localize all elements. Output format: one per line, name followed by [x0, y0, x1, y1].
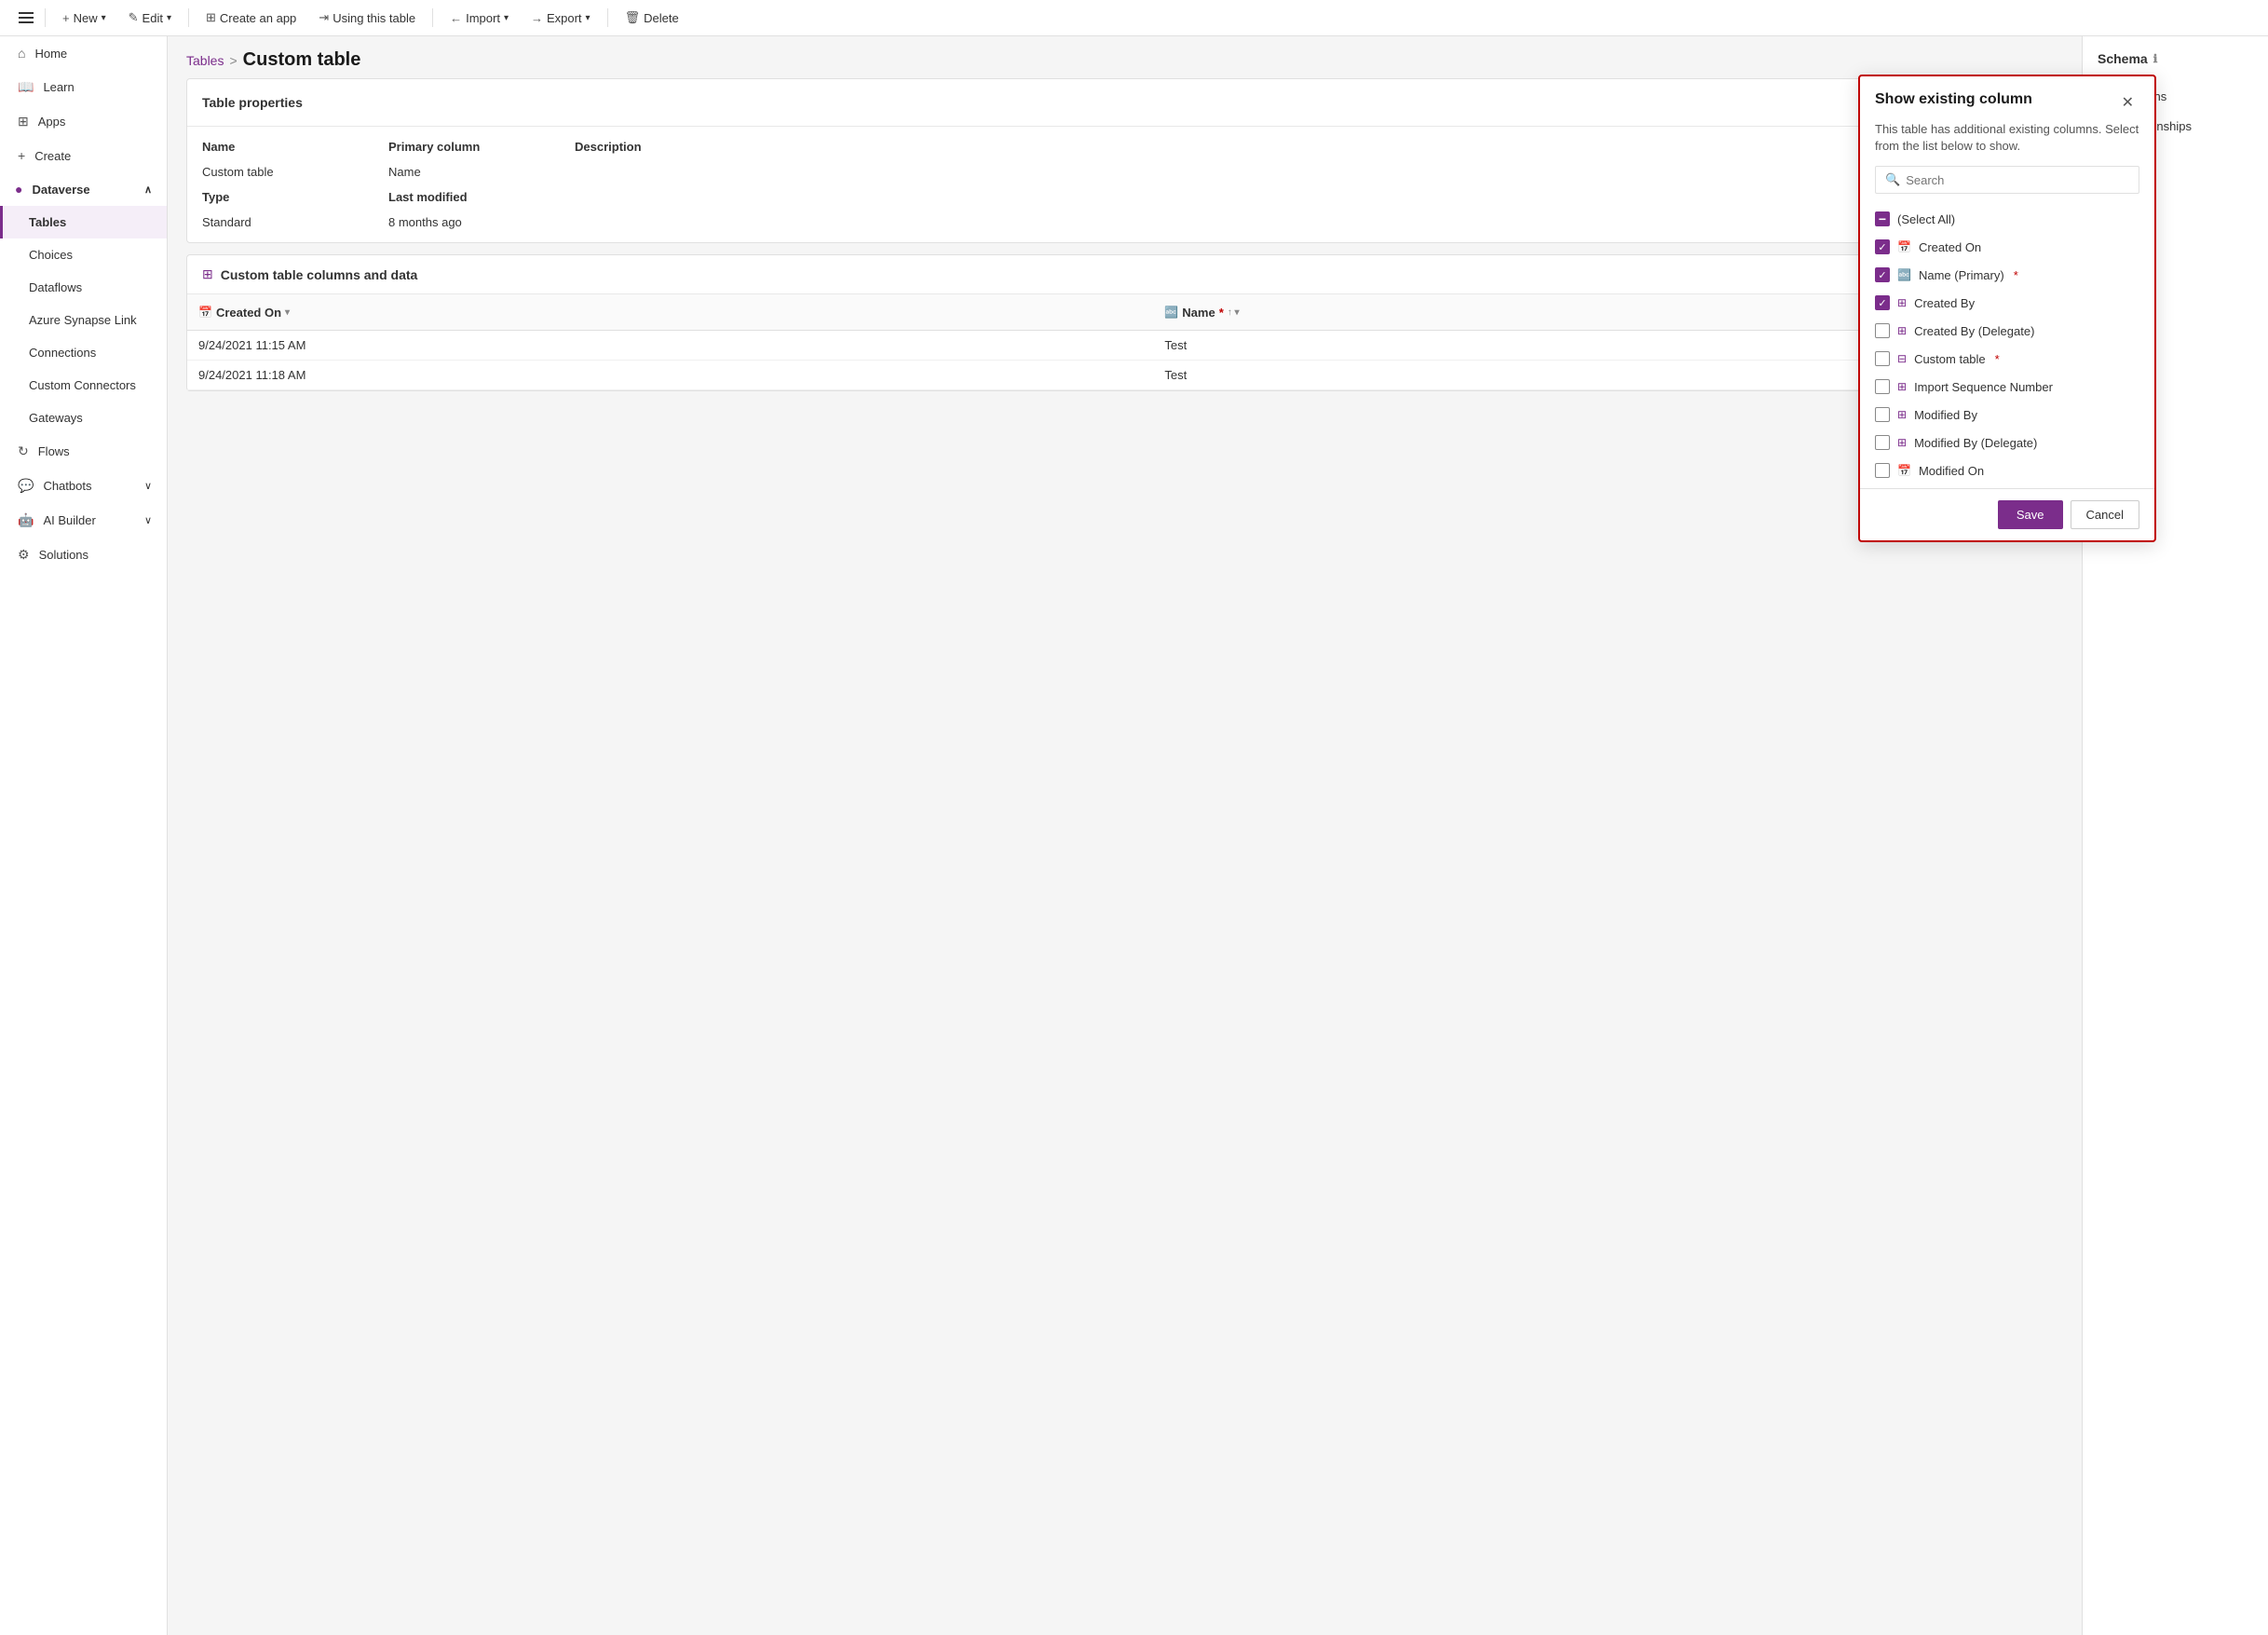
import-seq-checkbox[interactable]: [1875, 379, 1890, 394]
col-lookup-icon1: ⊞: [1897, 296, 1907, 309]
col-date-icon: 📅: [1897, 240, 1911, 253]
col-lookup-icon2: ⊞: [1897, 324, 1907, 337]
col-lookup-icon4: ⊞: [1897, 436, 1907, 449]
list-item[interactable]: ✓ ⊞ Created By: [1860, 289, 2154, 317]
name-required-star: *: [2014, 268, 2018, 282]
custom-table-checkbox[interactable]: [1875, 351, 1890, 366]
custom-table-required-star: *: [1995, 352, 2000, 366]
dialog-search-container: 🔍: [1875, 166, 2139, 194]
col-table-icon: ⊟: [1897, 352, 1907, 365]
col-text-icon: 🔤: [1897, 268, 1911, 281]
list-item[interactable]: ⊞ Modified By (Delegate): [1860, 429, 2154, 456]
list-item[interactable]: − (Select All): [1860, 205, 2154, 233]
modified-by-checkbox[interactable]: [1875, 407, 1890, 422]
col-lookup-icon3: ⊞: [1897, 408, 1907, 421]
dialog-header: Show existing column ✕: [1860, 76, 2154, 121]
dialog-save-button[interactable]: Save: [1998, 500, 2063, 529]
list-item[interactable]: ✓ 🔤 Name (Primary) *: [1860, 261, 2154, 289]
list-item[interactable]: 📅 Modified On: [1860, 456, 2154, 484]
dialog-footer: Save Cancel: [1860, 488, 2154, 540]
list-item[interactable]: ⊞ Modified By: [1860, 401, 2154, 429]
name-primary-checkbox[interactable]: ✓: [1875, 267, 1890, 282]
list-item[interactable]: ⊞ Created By (Delegate): [1860, 317, 2154, 345]
list-item[interactable]: ✓ 📅 Created On: [1860, 233, 2154, 261]
col-num-icon: ⊞: [1897, 380, 1907, 393]
show-existing-column-dialog: Show existing column ✕ This table has ad…: [1858, 75, 2156, 542]
modified-by-delegate-checkbox[interactable]: [1875, 435, 1890, 450]
modal-overlay: Show existing column ✕ This table has ad…: [0, 0, 2268, 1635]
search-icon: 🔍: [1885, 172, 1900, 187]
created-by-checkbox[interactable]: ✓: [1875, 295, 1890, 310]
list-item[interactable]: ⊟ Custom table *: [1860, 345, 2154, 373]
dialog-search-input[interactable]: [1906, 173, 2129, 187]
dialog-close-button[interactable]: ✕: [2116, 91, 2139, 114]
created-on-checkbox[interactable]: ✓: [1875, 239, 1890, 254]
dialog-cancel-button[interactable]: Cancel: [2071, 500, 2139, 529]
column-list: − (Select All) ✓ 📅 Created On ✓ 🔤 Name (…: [1860, 201, 2154, 488]
select-all-checkbox[interactable]: −: [1875, 211, 1890, 226]
dialog-title: Show existing column: [1875, 91, 2032, 108]
list-item[interactable]: ⊞ Import Sequence Number: [1860, 373, 2154, 401]
col-date-icon2: 📅: [1897, 464, 1911, 477]
modified-on-checkbox[interactable]: [1875, 463, 1890, 478]
dialog-description: This table has additional existing colum…: [1860, 121, 2154, 166]
created-by-delegate-checkbox[interactable]: [1875, 323, 1890, 338]
column-list-container: − (Select All) ✓ 📅 Created On ✓ 🔤 Name (…: [1860, 201, 2154, 488]
